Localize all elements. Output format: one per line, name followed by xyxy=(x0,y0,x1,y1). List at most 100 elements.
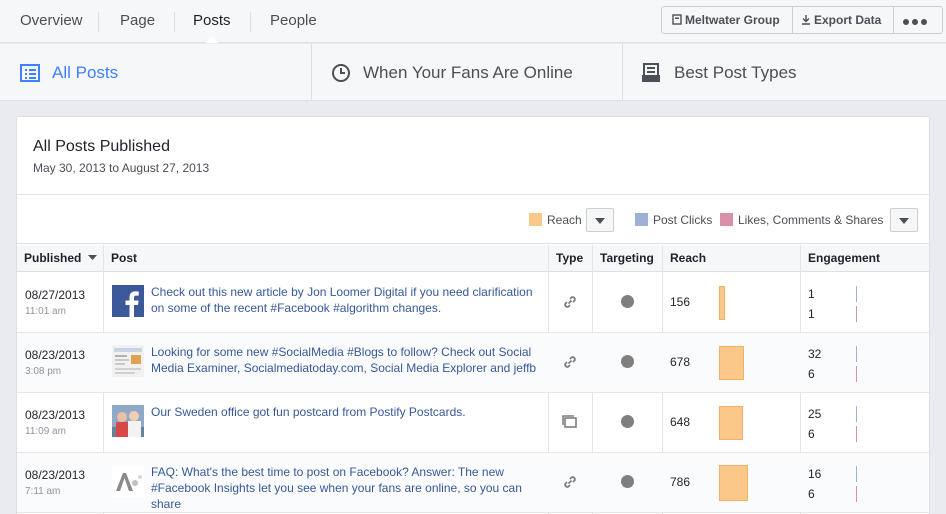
reach-bar xyxy=(719,346,744,380)
reach-metric-dropdown[interactable] xyxy=(586,208,614,232)
public-globe-icon xyxy=(621,355,634,368)
tab-page[interactable]: Page xyxy=(120,0,155,43)
post-time: 11:09 am xyxy=(25,426,66,437)
subtab-when-fans-online[interactable]: When Your Fans Are Online xyxy=(331,44,621,101)
card-header: All Posts Published May 30, 2013 to Augu… xyxy=(17,117,929,195)
tab-overview[interactable]: Overview xyxy=(20,0,83,43)
post-clicks-value: 32 xyxy=(808,347,822,361)
post-clicks-bar xyxy=(856,466,857,482)
photo-thumb xyxy=(112,405,144,437)
column-targeting: Targeting xyxy=(600,251,654,265)
reach-value: 678 xyxy=(670,355,691,369)
column-type: Type xyxy=(556,251,584,265)
post-date: 08/23/2013 xyxy=(25,408,86,422)
reach-value: 156 xyxy=(670,295,691,309)
tab-people[interactable]: People xyxy=(270,0,317,43)
reach-value: 648 xyxy=(670,415,691,429)
photo-type-icon xyxy=(562,415,577,428)
post-text-link[interactable]: FAQ: What's the best time to post on Fac… xyxy=(151,464,547,512)
more-options-button[interactable] xyxy=(903,8,930,34)
header-button-group: Meltwater Group Export Data xyxy=(661,6,943,34)
legend-post-clicks-label: Post Clicks xyxy=(653,213,713,227)
table-row[interactable]: 08/23/2013 11:09 am Our Sweden office go… xyxy=(17,393,929,453)
post-time: 11:01 am xyxy=(25,306,66,317)
post-date: 08/23/2013 xyxy=(25,468,86,482)
legend-reach: Reach xyxy=(529,213,582,227)
post-types-icon xyxy=(642,63,660,82)
legend-post-clicks: Post Clicks xyxy=(635,213,712,227)
reach-swatch xyxy=(529,213,542,226)
legend-engagement: Likes, Comments & Shares xyxy=(720,213,883,227)
legend-engagement-label: Likes, Comments & Shares xyxy=(738,213,884,227)
post-date: 08/27/2013 xyxy=(25,288,86,302)
all-posts-card: All Posts Published May 30, 2013 to Augu… xyxy=(16,116,930,514)
post-date: 08/23/2013 xyxy=(25,348,86,362)
subtab-divider xyxy=(311,44,312,101)
subtab-all-posts[interactable]: All Posts xyxy=(20,44,310,101)
engagement-bar xyxy=(856,306,857,322)
post-clicks-bar xyxy=(856,406,857,422)
post-clicks-bar xyxy=(856,346,857,362)
engagement-value: 6 xyxy=(808,487,815,501)
nav-divider xyxy=(98,12,99,32)
top-nav: Overview Page Posts People Meltwater Gro… xyxy=(0,0,946,43)
public-globe-icon xyxy=(621,415,634,428)
export-data-button[interactable]: Export Data xyxy=(801,7,881,33)
post-time: 7:11 am xyxy=(25,486,61,497)
meltwater-group-button[interactable]: Meltwater Group xyxy=(672,7,780,33)
post-clicks-bar xyxy=(856,286,857,302)
nav-divider xyxy=(250,12,251,32)
subtab-best-post-types-label: Best Post Types xyxy=(674,63,797,82)
facebook-logo-thumb xyxy=(112,285,144,317)
nav-divider xyxy=(174,12,175,32)
clock-icon xyxy=(332,64,350,82)
table-row[interactable]: 08/27/2013 11:01 am Check out this new a… xyxy=(17,273,929,333)
subtab-best-post-types[interactable]: Best Post Types xyxy=(641,44,931,101)
logo-thumb xyxy=(112,465,144,497)
meltwater-group-label: Meltwater Group xyxy=(685,13,780,27)
active-tab-caret xyxy=(205,36,219,43)
insights-subtabs: All Posts When Your Fans Are Online Best… xyxy=(0,44,946,101)
post-text-link[interactable]: Check out this new article by Jon Loomer… xyxy=(151,284,547,316)
public-globe-icon xyxy=(621,475,634,488)
reach-bar xyxy=(719,286,725,320)
table-header: Published Post Type Targeting Reach Enga… xyxy=(17,245,929,272)
post-text-link[interactable]: Looking for some new #SocialMedia #Blogs… xyxy=(151,344,547,376)
sort-desc-icon xyxy=(87,255,97,260)
reach-value: 786 xyxy=(670,475,691,489)
engagement-value: 6 xyxy=(808,367,815,381)
reach-bar xyxy=(719,465,748,501)
column-engagement: Engagement xyxy=(808,251,881,265)
list-icon xyxy=(20,64,40,82)
engagement-bar xyxy=(856,426,857,442)
reach-bar xyxy=(719,406,743,440)
post-text-link[interactable]: Our Sweden office got fun postcard from … xyxy=(151,404,547,420)
post-clicks-value: 25 xyxy=(808,407,822,421)
link-icon xyxy=(564,476,576,488)
engagement-bar xyxy=(856,366,857,382)
public-globe-icon xyxy=(621,295,634,308)
column-post: Post xyxy=(111,251,138,265)
column-published[interactable]: Published xyxy=(17,245,103,272)
post-clicks-value: 16 xyxy=(808,467,822,481)
table-row[interactable]: 08/23/2013 3:08 pm Looking for some new … xyxy=(17,333,929,393)
button-divider xyxy=(792,7,793,33)
table-row[interactable]: 08/23/2013 7:11 am FAQ: What's the best … xyxy=(17,453,929,513)
engagement-swatch xyxy=(720,213,733,226)
column-published-label: Published xyxy=(24,251,82,265)
engagement-value: 1 xyxy=(808,307,815,321)
more-dots-icon xyxy=(903,14,930,28)
subtab-divider xyxy=(622,44,623,101)
download-icon xyxy=(802,15,810,25)
export-data-label: Export Data xyxy=(814,13,882,27)
post-clicks-value: 1 xyxy=(808,287,815,301)
subtab-when-fans-online-label: When Your Fans Are Online xyxy=(363,63,573,82)
button-divider xyxy=(893,7,894,33)
page-icon xyxy=(672,14,682,25)
engagement-bar xyxy=(856,486,857,502)
metric-legend-row: Reach Post Clicks Likes, Comments & Shar… xyxy=(17,196,929,244)
engagement-metric-dropdown[interactable] xyxy=(890,208,918,232)
card-title: All Posts Published xyxy=(33,138,170,155)
post-clicks-swatch xyxy=(635,213,648,226)
column-reach: Reach xyxy=(670,251,707,265)
